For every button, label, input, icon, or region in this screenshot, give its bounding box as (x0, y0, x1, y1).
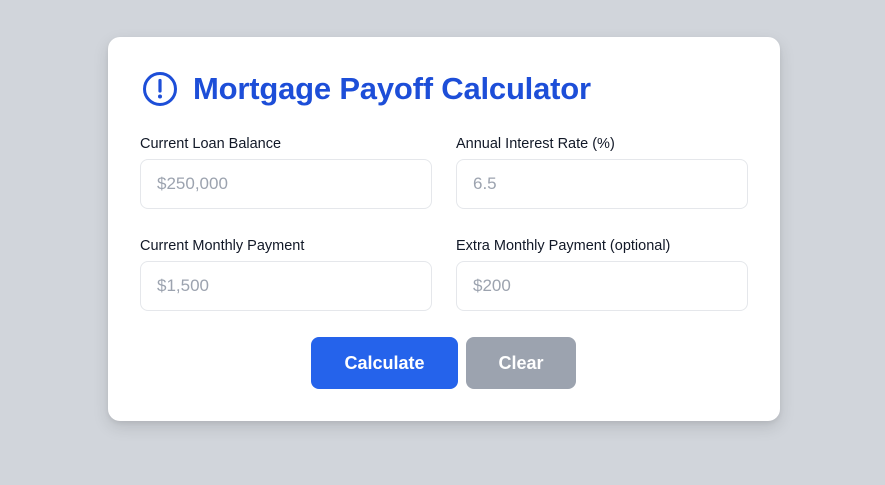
interest-rate-label: Annual Interest Rate (%) (456, 136, 615, 152)
loan-balance-field: Current Loan Balance (140, 135, 432, 209)
page-title: Mortgage Payoff Calculator (193, 71, 591, 106)
clear-button[interactable]: Clear (466, 337, 576, 389)
interest-rate-field: Annual Interest Rate (%) (456, 135, 748, 209)
calculator-card: Mortgage Payoff Calculator Current Loan … (108, 37, 780, 421)
monthly-payment-label: Current Monthly Payment (140, 238, 305, 254)
loan-balance-label: Current Loan Balance (140, 136, 282, 152)
monthly-payment-field: Current Monthly Payment (140, 237, 432, 311)
extra-payment-input[interactable] (456, 261, 748, 311)
extra-payment-field: Extra Monthly Payment (optional) (456, 237, 748, 311)
loan-balance-input[interactable] (140, 159, 432, 209)
interest-rate-input[interactable] (456, 159, 748, 209)
calculate-button[interactable]: Calculate (311, 337, 458, 389)
monthly-payment-input[interactable] (140, 261, 432, 311)
header: Mortgage Payoff Calculator (142, 71, 591, 107)
extra-payment-label: Extra Monthly Payment (optional) (456, 238, 671, 254)
exclamation-circle-icon (142, 71, 178, 107)
